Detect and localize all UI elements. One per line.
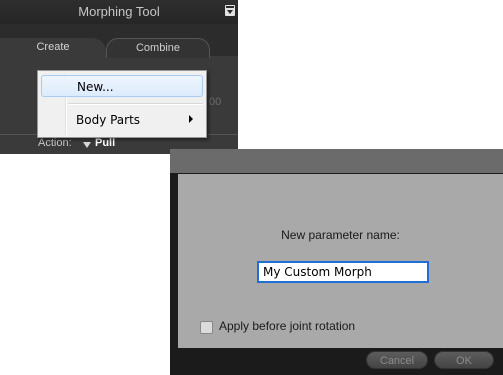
checkbox-label: Apply before joint rotation [219,319,356,333]
panel-menu-icon[interactable] [225,5,235,16]
context-menu: New... Body Parts [37,70,207,138]
dialog-body: New parameter name: Apply before joint r… [178,174,503,348]
dialog-footer: Cancel OK [178,348,503,375]
menu-item-body-parts-label: Body Parts [76,113,141,127]
prompt-label: New parameter name: [281,228,400,242]
panel-tabs: Create Combine [0,24,238,58]
tab-combine[interactable]: Combine [106,38,210,58]
panel-title: Morphing Tool [0,0,238,24]
tab-create[interactable]: Create [0,38,106,58]
ok-button[interactable]: OK [434,351,494,369]
menu-item-new-label: New... [77,80,114,94]
action-dropdown-icon[interactable] [83,142,91,148]
dialog-titlebar[interactable] [170,149,503,173]
action-value[interactable]: Pull [95,137,115,149]
parameter-name-input[interactable] [257,261,429,283]
apply-before-joint-rotation-checkbox[interactable] [200,321,213,334]
partial-value: 00 [209,96,222,108]
submenu-arrow-icon [189,115,193,123]
menu-item-new[interactable]: New... [41,75,203,97]
new-parameter-dialog: New parameter name: Apply before joint r… [170,149,503,375]
cancel-button[interactable]: Cancel [366,351,428,369]
menu-separator [68,103,203,105]
menu-item-body-parts[interactable]: Body Parts [41,109,203,131]
action-label: Action: [38,137,72,149]
